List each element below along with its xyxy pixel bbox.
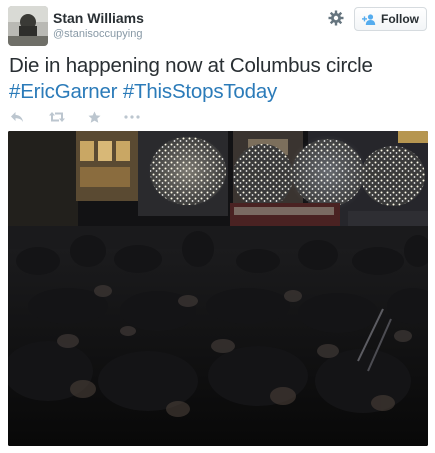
add-user-icon (362, 13, 376, 25)
avatar[interactable] (8, 6, 48, 46)
user-name[interactable]: Stan Williams (53, 10, 144, 26)
gear-icon[interactable] (327, 9, 345, 27)
tweet-hashtags: #EricGarner #ThisStopsToday (9, 79, 429, 105)
reply-icon[interactable] (10, 109, 24, 125)
hashtag-link[interactable]: #EricGarner (9, 80, 118, 103)
star-icon[interactable] (88, 109, 101, 125)
tweet-text-line: Die in happening now at Columbus circle (9, 54, 373, 77)
tweet-card: Stan Williams @stanisoccupying Follow Di… (0, 0, 435, 453)
tweet-photo[interactable] (8, 131, 428, 446)
follow-button-label: Follow (381, 12, 419, 26)
follow-button[interactable]: Follow (354, 7, 427, 31)
retweet-icon[interactable] (48, 109, 66, 125)
tweet-text: Die in happening now at Columbus circle … (9, 53, 429, 105)
hashtag-link[interactable]: #ThisStopsToday (123, 80, 277, 103)
user-handle[interactable]: @stanisoccupying (53, 28, 142, 40)
more-icon[interactable] (124, 109, 140, 125)
